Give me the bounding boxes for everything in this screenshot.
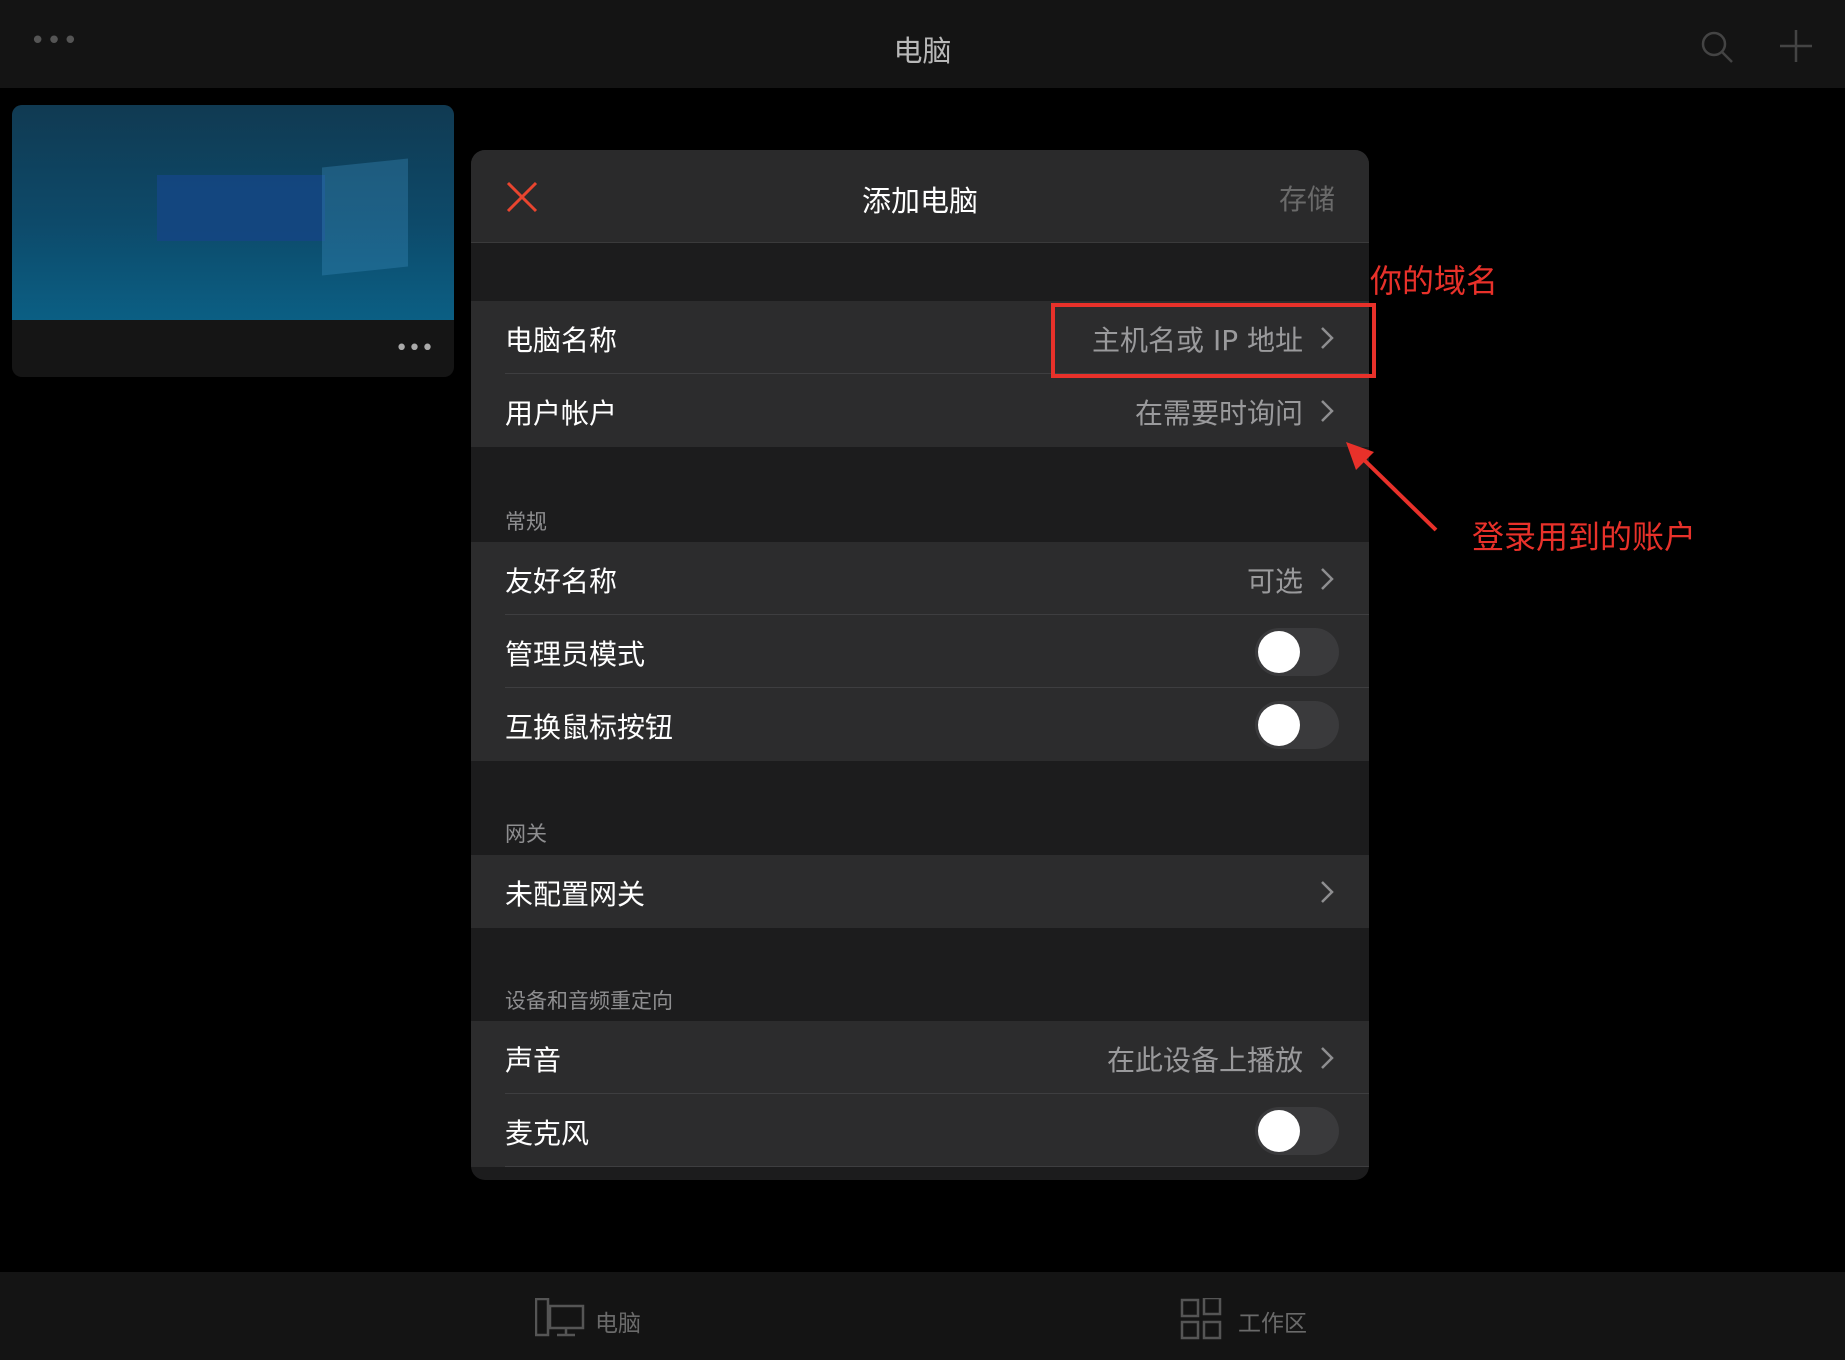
user-account-label: 用户帐户 <box>505 397 618 430</box>
admin-mode-toggle[interactable] <box>1255 628 1339 676</box>
preview-window <box>157 175 325 241</box>
annotation-highlight-box <box>1051 303 1376 378</box>
annotation-domain-note: 你的域名 <box>1370 262 1499 300</box>
thumbnail-more-icon[interactable]: ••• <box>395 336 434 361</box>
computer-icon <box>535 1298 585 1337</box>
section-gateway-header: 网关 <box>505 822 547 846</box>
tab-pc-label: 电脑 <box>595 1311 641 1337</box>
friendly-name-label: 友好名称 <box>505 565 618 598</box>
pc-name-label: 电脑名称 <box>505 324 618 357</box>
microphone-toggle[interactable] <box>1255 1107 1339 1155</box>
user-account-row[interactable]: 用户帐户 在需要时询问 <box>471 374 1369 447</box>
sound-row[interactable]: 声音 在此设备上播放 <box>471 1021 1369 1094</box>
toggle-knob <box>1258 704 1300 746</box>
dialog-header: 添加电脑 存储 <box>471 150 1369 243</box>
chevron-right-icon <box>1321 881 1334 903</box>
swap-mouse-label: 互换鼠标按钮 <box>505 711 674 744</box>
remote-desktop-preview <box>12 105 454 320</box>
chevron-right-icon <box>1321 400 1334 422</box>
user-account-value: 在需要时询问 <box>1134 397 1303 430</box>
dialog-title: 添加电脑 <box>861 184 978 218</box>
microphone-label: 麦克风 <box>505 1117 590 1150</box>
tab-workspace-label: 工作区 <box>1238 1311 1307 1337</box>
windows-logo-icon <box>322 158 408 276</box>
divider <box>505 1166 1369 1167</box>
tab-workspace[interactable]: 工作区 <box>1180 1298 1330 1342</box>
toggle-knob <box>1258 1110 1300 1152</box>
swap-mouse-toggle[interactable] <box>1255 701 1339 749</box>
tab-pc[interactable]: 电脑 <box>535 1298 665 1342</box>
chevron-right-icon <box>1321 1047 1334 1069</box>
bottom-tab-bar: 电脑 工作区 <box>0 1272 1845 1360</box>
workspace-grid-icon <box>1180 1298 1222 1340</box>
chevron-right-icon <box>1321 568 1334 590</box>
save-button[interactable]: 存储 <box>1279 178 1335 218</box>
pc-thumbnail[interactable]: ••• <box>12 105 454 377</box>
search-icon[interactable] <box>1700 30 1734 64</box>
friendly-name-value: 可选 <box>1246 565 1303 598</box>
sound-value: 在此设备上播放 <box>1106 1044 1303 1077</box>
section-redirection-header: 设备和音频重定向 <box>505 989 673 1013</box>
sound-label: 声音 <box>505 1044 562 1077</box>
page-title: 电脑 <box>893 34 952 68</box>
add-icon[interactable] <box>1778 28 1814 64</box>
microphone-row: 麦克风 <box>471 1094 1369 1167</box>
annotation-arrow-icon <box>1346 442 1438 532</box>
gateway-label: 未配置网关 <box>505 878 646 911</box>
admin-mode-row: 管理员模式 <box>471 615 1369 688</box>
admin-mode-label: 管理员模式 <box>505 638 646 671</box>
toggle-knob <box>1258 631 1300 673</box>
top-bar: ••• 电脑 <box>0 0 1845 88</box>
gateway-row[interactable]: 未配置网关 <box>471 855 1369 928</box>
swap-mouse-row: 互换鼠标按钮 <box>471 688 1369 761</box>
section-general-header: 常规 <box>505 510 547 534</box>
friendly-name-row[interactable]: 友好名称 可选 <box>471 542 1369 615</box>
annotation-account-note: 登录用到的账户 <box>1472 518 1697 556</box>
